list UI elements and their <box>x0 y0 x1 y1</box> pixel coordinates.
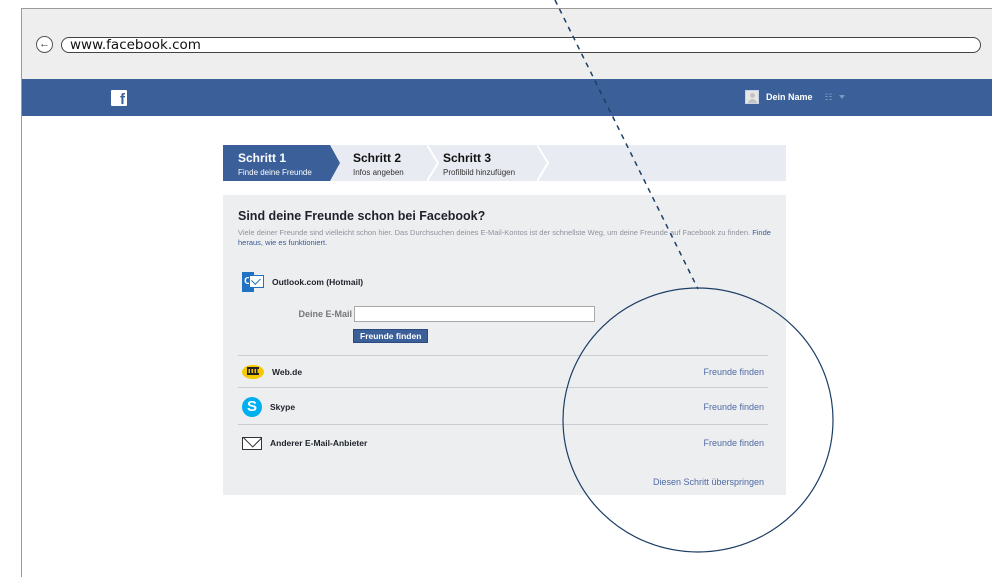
step-title: Schritt 1 <box>238 151 287 165</box>
step-2: Schritt 2 Infos angeben <box>340 145 430 181</box>
user-name[interactable]: Dein Name <box>766 92 813 102</box>
provider-other: Anderer E-Mail-Anbieter <box>242 432 367 454</box>
step-subtitle: Finde deine Freunde <box>238 168 312 177</box>
browser-toolbar: ← www.facebook.com <box>22 9 992 79</box>
provider-name: Outlook.com (Hotmail) <box>272 277 364 287</box>
browser-window: ← www.facebook.com f Dein Name ☷ Schritt… <box>21 8 992 577</box>
find-friends-link-skype[interactable]: Freunde finden <box>703 402 764 412</box>
user-menu[interactable]: Dein Name ☷ <box>745 89 845 105</box>
back-button[interactable]: ← <box>36 36 53 53</box>
provider-skype: S Skype <box>242 396 295 418</box>
facebook-header: f Dein Name ☷ <box>22 79 992 116</box>
step-progress: Schritt 1 Finde deine Freunde Schritt 2 … <box>223 145 786 181</box>
find-friends-button[interactable]: Freunde finden <box>353 329 429 343</box>
panel-title: Sind deine Freunde schon bei Facebook? <box>238 209 486 223</box>
avatar[interactable] <box>745 90 759 104</box>
divider <box>238 355 768 356</box>
step-3: Schritt 3 Profilbild hinzufügen <box>430 145 540 181</box>
find-friends-panel: Sind deine Freunde schon bei Facebook? V… <box>223 195 786 495</box>
provider-webde: Web.de <box>242 361 302 383</box>
email-row: Deine E-Mail <box>282 306 595 322</box>
find-friends-link-other[interactable]: Freunde finden <box>703 438 764 448</box>
mail-icon <box>242 436 262 450</box>
provider-outlook: O Outlook.com (Hotmail) <box>242 271 363 293</box>
divider <box>238 387 768 388</box>
left-arrow-icon: ← <box>39 38 50 50</box>
provider-name: Anderer E-Mail-Anbieter <box>270 438 368 448</box>
email-field[interactable] <box>354 306 595 322</box>
provider-name: Skype <box>270 402 296 412</box>
provider-name: Web.de <box>272 367 303 377</box>
chevron-down-icon[interactable] <box>838 95 845 99</box>
step-title: Schritt 3 <box>443 151 492 165</box>
email-label: Deine E-Mail <box>298 309 352 319</box>
skip-step-link[interactable]: Diesen Schritt überspringen <box>653 477 764 487</box>
divider <box>238 424 768 425</box>
url-text: www.facebook.com <box>70 37 201 53</box>
facebook-logo[interactable]: f <box>111 90 127 106</box>
step-subtitle: Profilbild hinzufügen <box>443 168 516 177</box>
step-title: Schritt 2 <box>353 151 402 165</box>
step-separator <box>537 145 549 181</box>
friends-icon[interactable]: ☷ <box>825 92 833 103</box>
outlook-icon: O <box>242 272 264 292</box>
panel-description: Viele deiner Freunde sind vielleicht sch… <box>238 228 778 247</box>
description-text: Viele deiner Freunde sind vielleicht sch… <box>238 228 751 237</box>
step-1: Schritt 1 Finde deine Freunde <box>223 145 340 181</box>
webde-icon <box>242 365 264 379</box>
skype-icon: S <box>242 397 262 417</box>
step-subtitle: Infos angeben <box>353 168 404 177</box>
address-bar[interactable]: www.facebook.com <box>61 37 981 53</box>
find-friends-link-webde[interactable]: Freunde finden <box>703 367 764 377</box>
